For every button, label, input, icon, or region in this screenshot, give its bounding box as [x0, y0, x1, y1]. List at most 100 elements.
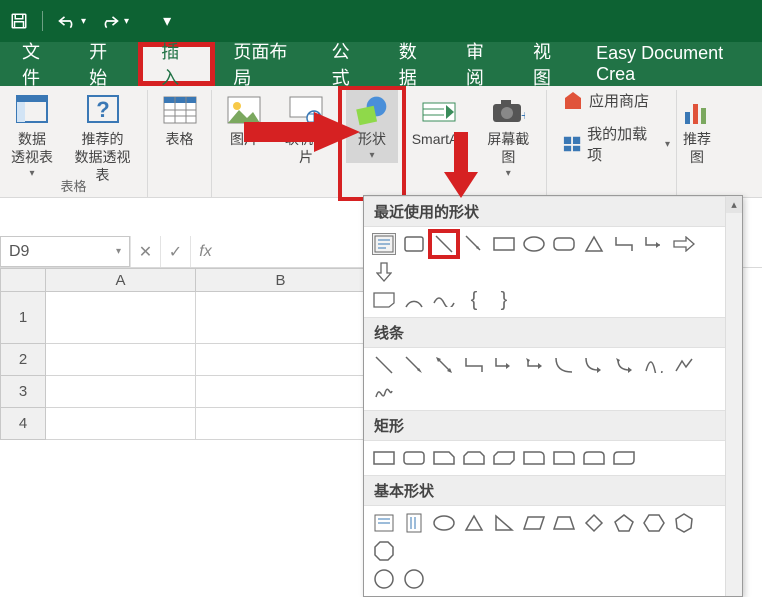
row-header[interactable]: 3: [0, 376, 46, 408]
shape-oval[interactable]: [522, 233, 546, 255]
screenshot-button[interactable]: + 屏幕截图 ▾: [477, 90, 540, 181]
redo-button[interactable]: ▾: [100, 13, 129, 29]
shape-line-double-arrow[interactable]: [432, 354, 456, 376]
tab-home[interactable]: 开始: [71, 42, 138, 86]
shape-line-arrow[interactable]: [402, 354, 426, 376]
confirm-formula-icon[interactable]: ✓: [160, 236, 190, 267]
tab-file[interactable]: 文件: [4, 42, 71, 86]
shape-curve[interactable]: [642, 354, 666, 376]
smartart-button[interactable]: SmartArt: [408, 90, 471, 181]
cancel-formula-icon[interactable]: ✕: [130, 236, 160, 267]
shapes-button[interactable]: 形状 ▾: [346, 90, 398, 163]
cell[interactable]: [46, 376, 196, 408]
picture-button[interactable]: 图片: [218, 90, 270, 168]
shape-rectangle[interactable]: [372, 447, 396, 469]
shape-snip-diagonal[interactable]: [492, 447, 516, 469]
shape-triangle[interactable]: [582, 233, 606, 255]
cell[interactable]: [196, 408, 366, 440]
shape-elbow-connector[interactable]: [462, 354, 486, 376]
shape-brace-right[interactable]: }: [492, 289, 516, 311]
shape-rounded-rectangle[interactable]: [402, 447, 426, 469]
name-box[interactable]: D9 ▾: [0, 236, 130, 267]
my-addins-button[interactable]: 我的加载项 ▾: [563, 123, 670, 165]
column-header[interactable]: B: [196, 268, 366, 292]
cell[interactable]: [46, 344, 196, 376]
tab-formulas[interactable]: 公式: [314, 42, 381, 86]
shape-line[interactable]: [432, 233, 456, 255]
shape-arc[interactable]: [402, 289, 426, 311]
tab-view[interactable]: 视图: [515, 42, 582, 86]
tab-easy-document[interactable]: Easy Document Crea: [582, 42, 762, 86]
shape-octagon[interactable]: [372, 540, 396, 562]
shape-snip-same-side[interactable]: [462, 447, 486, 469]
shape-block-arrow-right[interactable]: [672, 233, 696, 255]
cell[interactable]: [46, 292, 196, 344]
cell[interactable]: [196, 376, 366, 408]
shape-line[interactable]: [372, 354, 396, 376]
column-header[interactable]: A: [46, 268, 196, 292]
chevron-down-icon[interactable]: ▾: [124, 16, 129, 27]
qat-customize-icon[interactable]: ▾: [163, 11, 171, 31]
online-picture-button[interactable]: 联机图片: [276, 90, 336, 168]
shape-elbow-arrow[interactable]: [492, 354, 516, 376]
cell[interactable]: [46, 408, 196, 440]
select-all-corner[interactable]: [0, 268, 46, 292]
table-button[interactable]: 表格: [154, 90, 206, 150]
tab-insert[interactable]: 插入: [138, 42, 215, 86]
shape-brace-left[interactable]: {: [462, 289, 486, 311]
shape-textbox[interactable]: [372, 512, 396, 534]
cell[interactable]: [196, 344, 366, 376]
save-icon[interactable]: [10, 12, 28, 30]
shape-oval[interactable]: [432, 512, 456, 534]
shape-textbox[interactable]: [372, 233, 396, 255]
shape-connector-elbow-arrow[interactable]: [642, 233, 666, 255]
shape-elbow-double-arrow[interactable]: [522, 354, 546, 376]
shape-textbox-vert[interactable]: [402, 512, 426, 534]
cell[interactable]: [196, 292, 366, 344]
shape-pentagon[interactable]: [612, 512, 636, 534]
row-header[interactable]: 4: [0, 408, 46, 440]
shape-parallelogram[interactable]: [522, 512, 546, 534]
undo-button[interactable]: ▾: [57, 13, 86, 29]
shape-wave[interactable]: [432, 289, 456, 311]
shape-round-single[interactable]: [552, 447, 576, 469]
scrollbar[interactable]: ▴: [725, 196, 742, 596]
shape-freeform[interactable]: [672, 354, 696, 376]
tab-page-layout[interactable]: 页面布局: [215, 42, 313, 86]
shape-arrow-line[interactable]: [462, 233, 486, 255]
shape-rect-rounded[interactable]: [402, 233, 426, 255]
shape-dodecagon[interactable]: [402, 568, 426, 590]
shape-heptagon[interactable]: [672, 512, 696, 534]
shape-rounded-rect[interactable]: [552, 233, 576, 255]
row-header[interactable]: 2: [0, 344, 46, 376]
shape-round-diagonal[interactable]: [612, 447, 636, 469]
tab-review[interactable]: 审阅: [448, 42, 515, 86]
scroll-up-icon[interactable]: ▴: [726, 196, 742, 213]
shape-connector-elbow[interactable]: [612, 233, 636, 255]
shape-triangle[interactable]: [462, 512, 486, 534]
row-header[interactable]: 1: [0, 292, 46, 344]
recommended-charts-button[interactable]: 推荐 图: [671, 90, 723, 168]
shape-scribble[interactable]: [372, 382, 396, 404]
shape-right-triangle[interactable]: [492, 512, 516, 534]
shape-diamond[interactable]: [582, 512, 606, 534]
shape-trapezoid[interactable]: [552, 512, 576, 534]
shape-snip-round[interactable]: [522, 447, 546, 469]
tab-data[interactable]: 数据: [381, 42, 448, 86]
chevron-down-icon[interactable]: ▾: [116, 246, 121, 257]
app-store-button[interactable]: 应用商店: [563, 90, 670, 111]
pivot-table-button[interactable]: 数据 透视表 ▾: [6, 90, 58, 186]
shape-snip-single-corner[interactable]: [432, 447, 456, 469]
shape-curve-double-arrow[interactable]: [612, 354, 636, 376]
shape-flowchart-offpage[interactable]: [372, 289, 396, 311]
shape-hexagon[interactable]: [642, 512, 666, 534]
shape-rectangle[interactable]: [492, 233, 516, 255]
shape-curve-connector[interactable]: [552, 354, 576, 376]
shape-block-arrow-down[interactable]: [372, 261, 396, 283]
shape-curve-arrow[interactable]: [582, 354, 606, 376]
recommended-pivot-button[interactable]: ? 推荐的 数据透视表: [64, 90, 141, 186]
shape-round-same-side[interactable]: [582, 447, 606, 469]
shape-decagon[interactable]: [372, 568, 396, 590]
fx-icon[interactable]: fx: [190, 236, 220, 267]
chevron-down-icon[interactable]: ▾: [81, 16, 86, 27]
